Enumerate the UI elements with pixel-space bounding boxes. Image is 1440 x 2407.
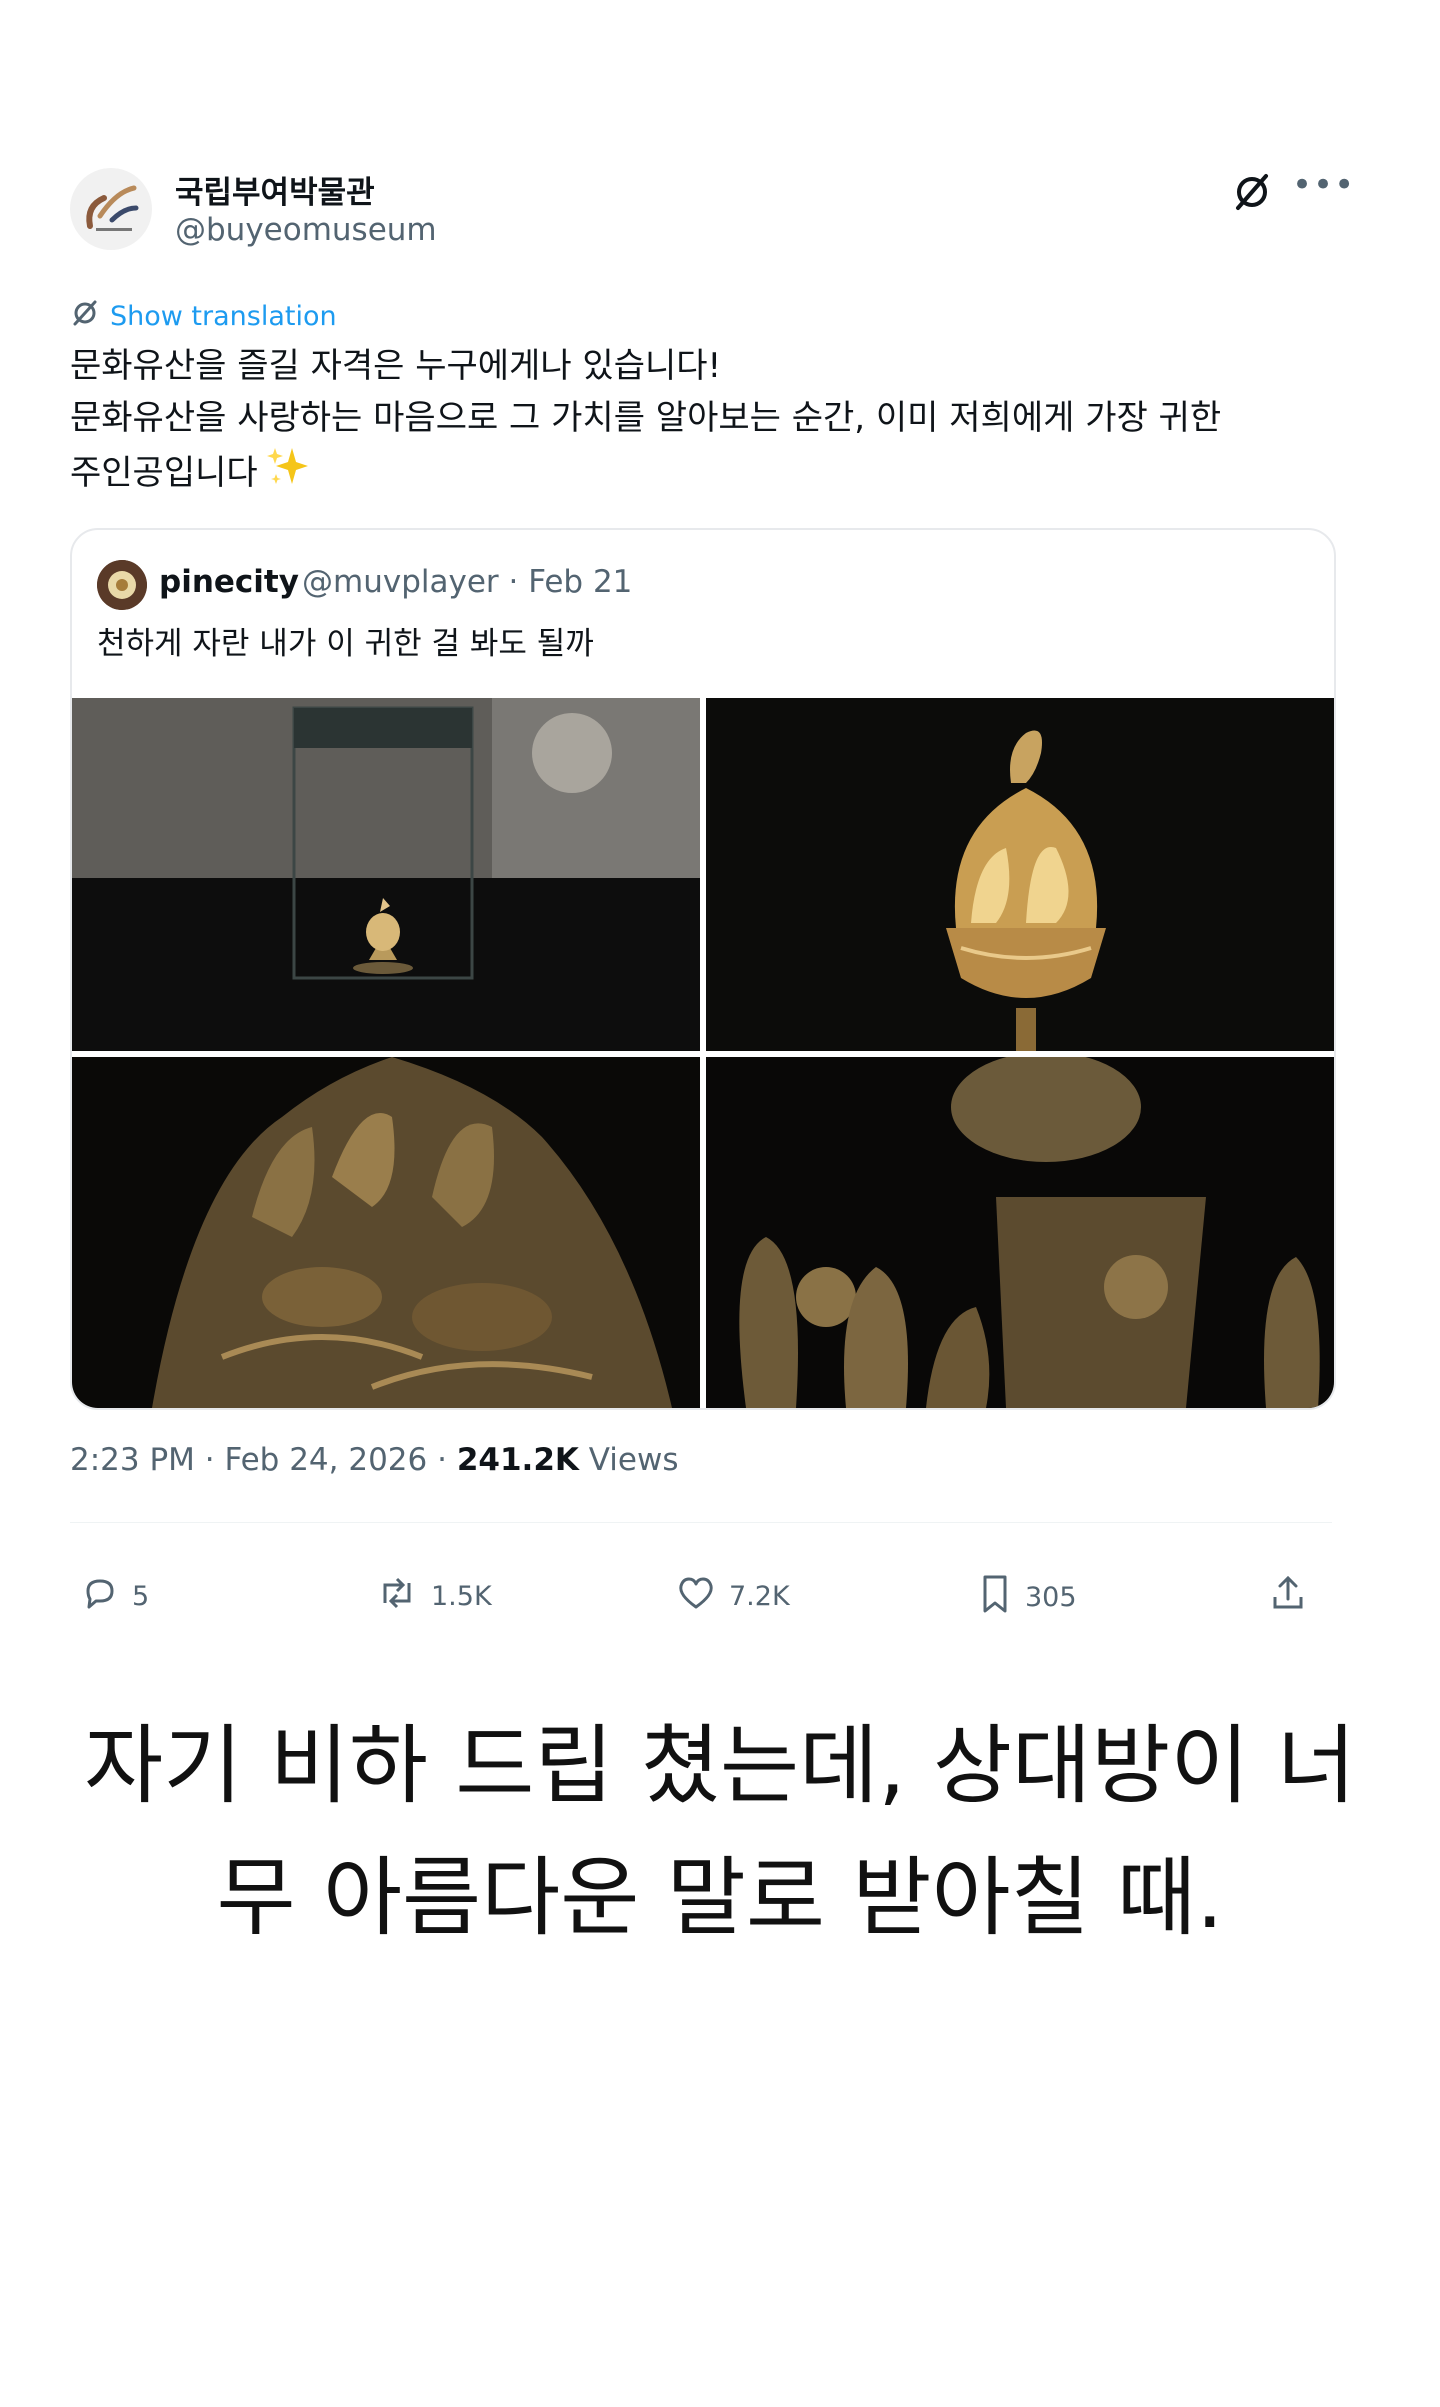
views-label: Views [578,1442,679,1478]
repost-icon [375,1573,419,1620]
share-icon [1268,1573,1308,1620]
quoted-author-name[interactable]: pinecity [159,564,299,600]
more-options-icon[interactable]: ••• [1292,165,1355,205]
caption-line-2: 무 아름다운 말로 받아칠 때. [216,1848,1224,1948]
tweet-body-line-3: 주인공입니다 [70,453,258,493]
photo-burner-closeup[interactable] [706,698,1334,1051]
museum-logo-avatar[interactable] [70,168,152,250]
bookmark-count: 305 [1025,1582,1077,1613]
heart-icon [675,1573,717,1620]
reply-button[interactable]: 5 [80,1573,149,1620]
views-count: 241.2K [456,1442,579,1478]
sparkles-icon [266,444,310,503]
author-name[interactable]: 국립부여박물관 [175,167,375,212]
meme-caption: 자기 비하 드립 쳤는데, 상대방이 너 무 아름다운 말로 받아칠 때. [0,1700,1440,1964]
show-translation-link[interactable]: Show translation [70,298,337,335]
like-button[interactable]: 7.2K [675,1573,790,1620]
repost-count: 1.5K [431,1581,492,1612]
tweet-meta: 2:23 PM · Feb 24, 2026 · 241.2K Views [70,1442,678,1478]
photo-detail-birds[interactable] [706,1057,1334,1408]
actions-divider [70,1522,1332,1523]
caption-line-1: 자기 비하 드립 쳤는데, 상대방이 너 [84,1716,1356,1816]
reply-count: 5 [132,1581,150,1612]
tweet-actions: 5 1.5K 7.2K 305 [70,1545,1332,1635]
tweet-body-line-1: 문화유산을 즐길 자격은 누구에게나 있습니다! [70,346,722,386]
quoted-text: 천하게 자란 내가 이 귀한 걸 봐도 될까 [97,626,594,662]
quoted-handle-date[interactable]: @muvplayer · Feb 21 [302,564,632,600]
tweet-header: 국립부여박물관 @buyeomuseum ••• [70,150,1370,260]
tweet-body-line-2: 문화유산을 사랑하는 마음으로 그 가치를 알아보는 순간, 이미 저희에게 가… [70,398,1222,438]
bookmark-icon [977,1573,1013,1622]
tweet-time-date[interactable]: 2:23 PM · Feb 24, 2026 · [70,1442,457,1478]
quoted-tweet[interactable]: pinecity @muvplayer · Feb 21 천하게 자란 내가 이… [70,528,1336,1410]
bookmark-button[interactable]: 305 [977,1573,1077,1622]
grok-icon[interactable] [1230,170,1274,214]
quoted-avatar[interactable] [97,560,147,610]
repost-button[interactable]: 1.5K [375,1573,492,1620]
tweet-card: 국립부여박물관 @buyeomuseum ••• Show translatio… [70,150,1370,1613]
reply-icon [80,1573,120,1620]
photo-detail-figures[interactable] [72,1057,700,1408]
tweet-body: 문화유산을 즐길 자격은 누구에게나 있습니다! 문화유산을 사랑하는 마음으로… [70,340,1350,503]
share-button[interactable] [1268,1573,1308,1620]
translate-grok-icon [70,298,100,335]
tweet-body-line-3-wrap: 주인공입니다 [70,444,1350,503]
author-handle[interactable]: @buyeomuseum [175,212,437,248]
photo-display-case[interactable] [72,698,700,1051]
quoted-photo-grid [72,698,1334,1408]
like-count: 7.2K [729,1581,790,1612]
show-translation-label: Show translation [110,301,337,332]
